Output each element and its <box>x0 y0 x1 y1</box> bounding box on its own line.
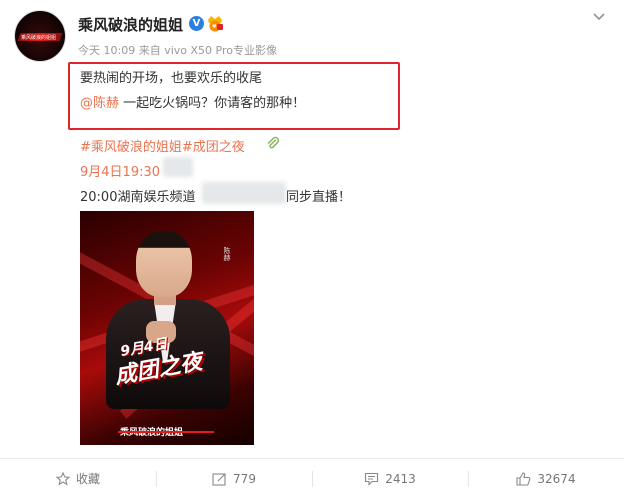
live-text-prefix: 20:00湖南娱乐频道 <box>80 190 196 205</box>
blurred-region <box>163 157 193 177</box>
poster-figure-head <box>136 231 192 297</box>
vip-badge-icon[interactable] <box>206 15 224 32</box>
post-time[interactable]: 今天 10:09 <box>78 44 135 57</box>
source-device[interactable]: vivo X50 Pro专业影像 <box>164 44 277 57</box>
post-text-line2-rest: 一起吃火锅吗？你请客的那种！ <box>119 96 306 111</box>
comment-icon <box>365 472 379 486</box>
username[interactable]: 乘风破浪的姐姐 <box>78 14 183 35</box>
post-text-line1: 要热闹的开场，也要欢乐的收尾 <box>80 71 263 86</box>
star-icon <box>55 471 70 485</box>
verified-icon: V <box>189 16 204 31</box>
comment-count: 2413 <box>385 471 416 486</box>
blurred-region <box>202 182 286 204</box>
source-prefix: 来自 <box>138 44 161 57</box>
repost-icon <box>212 472 226 486</box>
post-text-line2: @陈赫 一起吃火锅吗？你请客的那种！ <box>80 92 305 111</box>
comment-button[interactable]: 2413 <box>312 459 468 498</box>
like-button[interactable]: 32674 <box>468 459 624 498</box>
topic-link[interactable]: #乘风破浪的姐姐#成团之夜 <box>80 136 245 155</box>
favorite-label: 收藏 <box>75 472 100 486</box>
like-icon <box>516 471 531 486</box>
repost-button[interactable]: 779 <box>156 459 312 498</box>
like-count: 32674 <box>537 471 576 486</box>
paperclip-icon[interactable] <box>266 136 280 150</box>
poster-logo-bar <box>118 431 214 433</box>
chevron-down-icon[interactable] <box>590 8 608 26</box>
mention-link[interactable]: @陈赫 <box>80 96 119 111</box>
post-image[interactable]: 陈赫 9月4日 成团之夜 乘风破浪的姐姐 <box>80 211 254 445</box>
repost-count: 779 <box>233 471 256 486</box>
poster-side-name: 陈赫 <box>223 247 231 261</box>
weibo-post-card: 乘风破浪的姐姐 乘风破浪的姐姐 V 今天 10:09 来自 vivo X50 P… <box>0 0 624 498</box>
avatar-text: 乘风破浪的姐姐 <box>21 35 57 41</box>
avatar[interactable]: 乘风破浪的姐姐 <box>14 10 66 62</box>
live-text-suffix: 同步直播！ <box>286 190 352 205</box>
action-bar: 收藏 779 2413 32674 <box>0 458 624 498</box>
broadcast-datetime: 9月4日19:30 <box>80 165 161 180</box>
favorite-button[interactable]: 收藏 <box>0 459 156 498</box>
post-meta: 今天 10:09 来自 vivo X50 Pro专业影像 <box>78 42 277 58</box>
